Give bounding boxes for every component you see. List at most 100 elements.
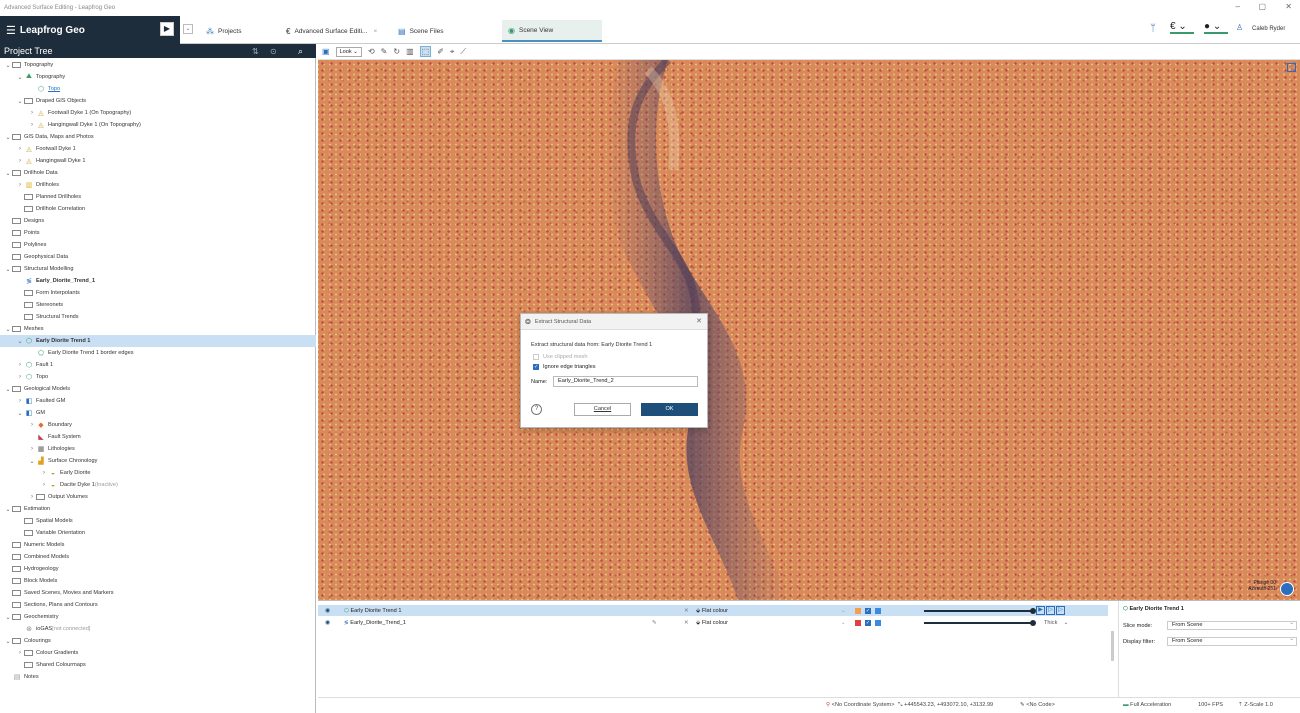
draw-icon[interactable]: ✎: [381, 47, 388, 56]
tree-item[interactable]: Variable Orientation: [0, 527, 316, 539]
look-dropdown[interactable]: Look ⌄: [335, 46, 362, 57]
tree-item[interactable]: › ◬ Footwall Dyke 1: [0, 143, 316, 155]
tree-item[interactable]: ⌄ ⛰ Topography: [0, 71, 316, 83]
show-back-icon[interactable]: ▷: [1046, 606, 1055, 615]
tree-item[interactable]: ◣ Fault System: [0, 431, 316, 443]
tree-item[interactable]: ⌄ Topography: [0, 59, 316, 71]
chevron-down-icon[interactable]: ⌄: [841, 608, 846, 614]
tree-item[interactable]: ⌄ GIS Data, Maps and Photos: [0, 131, 316, 143]
coordinate-system[interactable]: <No Coordinate System>: [832, 702, 895, 708]
tree-item[interactable]: ⌄ Geological Models: [0, 383, 316, 395]
tree-item[interactable]: › ◬ Footwall Dyke 1 (On Topography): [0, 107, 316, 119]
tab-scene-view[interactable]: ◉ Scene View: [502, 20, 602, 42]
tree-item[interactable]: › Colour Gradients: [0, 647, 316, 659]
tree-item[interactable]: › ▦ Lithologies: [0, 443, 316, 455]
collapse-chevron-icon[interactable]: ›: [28, 422, 36, 428]
help-icon[interactable]: ?: [531, 404, 542, 415]
tree-item[interactable]: › ⬡ Fault 1: [0, 359, 316, 371]
tree-item[interactable]: Designs: [0, 215, 316, 227]
colouring-value[interactable]: Flat colour: [702, 620, 728, 626]
line-style-dropdown[interactable]: Thick ⌄: [1044, 620, 1068, 626]
check-swatch-icon[interactable]: ✓: [865, 619, 871, 626]
ignore-edge-triangles-checkbox[interactable]: ✓ Ignore edge triangles: [533, 364, 596, 370]
scene-settings-icon[interactable]: ▣: [322, 47, 330, 56]
tree-item[interactable]: Points: [0, 227, 316, 239]
maximize-button[interactable]: ▢: [1258, 2, 1266, 11]
shape-row[interactable]: ◉ ⬡ Early Diorite Trend 1 ✕ ⬙ Flat colou…: [318, 605, 1108, 616]
lasso-icon[interactable]: ⟲: [368, 47, 375, 56]
expand-chevron-icon[interactable]: ⌄: [16, 338, 24, 345]
tree-item[interactable]: Block Models: [0, 575, 316, 587]
pencil-icon[interactable]: ✐: [437, 47, 444, 56]
tree-item[interactable]: ⌄ Draped GIS Objects: [0, 95, 316, 107]
name-input[interactable]: Early_Diorite_Trend_2: [553, 376, 698, 387]
collapse-chevron-icon[interactable]: ›: [28, 494, 36, 500]
zscale-value[interactable]: Z-Scale 1.0: [1244, 702, 1273, 708]
compass-icon[interactable]: [1280, 582, 1294, 596]
scene-viewport[interactable]: ▫ Plunge 00 Azimuth 251: [318, 60, 1300, 600]
pencil-icon[interactable]: ✎: [652, 620, 657, 626]
collapse-chevron-icon[interactable]: ›: [16, 398, 24, 404]
remove-icon[interactable]: ✕: [684, 608, 689, 614]
tree-item[interactable]: ⌄ Estimation: [0, 503, 316, 515]
minimize-button[interactable]: –: [1236, 2, 1240, 11]
tree-item[interactable]: ⌄ ◧ GM: [0, 407, 316, 419]
tree-item[interactable]: › ⬡ Topo: [0, 371, 316, 383]
branch-icon[interactable]: ᛘ: [1150, 23, 1156, 34]
show-faces-icon[interactable]: ▶: [1036, 606, 1045, 615]
tree-item[interactable]: Sections, Plans and Contours: [0, 599, 316, 611]
tree-item[interactable]: Stereonets: [0, 299, 316, 311]
filter-icon[interactable]: ⊙: [270, 47, 277, 56]
tree-item[interactable]: ⬡ Topo: [0, 83, 316, 95]
rotate-icon[interactable]: ↻: [393, 47, 400, 56]
cancel-button[interactable]: Cancel: [574, 403, 631, 416]
expand-chevron-icon[interactable]: ⌄: [4, 638, 12, 645]
expand-chevron-icon[interactable]: ⌄: [28, 458, 36, 465]
viewport-options-icon[interactable]: ▫: [1287, 63, 1296, 72]
user-name[interactable]: Caleb Ryder: [1252, 26, 1285, 32]
tree-item[interactable]: Combined Models: [0, 551, 316, 563]
tab-scene-files[interactable]: ▤ Scene Files: [392, 20, 450, 42]
transparency-slider[interactable]: [924, 607, 1036, 614]
tree-item[interactable]: Form Interpolants: [0, 287, 316, 299]
shape-row[interactable]: ◉ ≶ Early_Diorite_Trend_1 ✎ ✕ ⬙ Flat col…: [318, 617, 1108, 628]
tree-item[interactable]: ≶ Early_Diorite_Trend_1: [0, 275, 316, 287]
tree-item[interactable]: Structural Trends: [0, 311, 316, 323]
collapse-chevron-icon[interactable]: ›: [16, 362, 24, 368]
tree-item[interactable]: Hydrogeology: [0, 563, 316, 575]
expand-chevron-icon[interactable]: ⌄: [4, 326, 12, 333]
colour-swatch[interactable]: [855, 619, 861, 626]
tree-item[interactable]: ⊛ ioGAS [not connected]: [0, 623, 316, 635]
collapse-chevron-icon[interactable]: ›: [16, 374, 24, 380]
slice-mode-select[interactable]: From Scene: [1167, 620, 1297, 630]
expand-chevron-icon[interactable]: ⌄: [4, 386, 12, 393]
expand-chevron-icon[interactable]: ⌄: [4, 62, 12, 69]
collapse-chevron-icon[interactable]: ›: [16, 182, 24, 188]
collapse-chevron-icon[interactable]: ›: [40, 482, 48, 488]
collapse-chevron-icon[interactable]: ›: [16, 158, 24, 164]
tree-item[interactable]: ⌄ Geochemistry: [0, 611, 316, 623]
transparency-slider[interactable]: [924, 619, 1036, 626]
visibility-eye-icon[interactable]: ◉: [325, 607, 330, 614]
tree-item[interactable]: Planned Drillholes: [0, 191, 316, 203]
chevron-down-icon[interactable]: ⌄: [183, 24, 193, 34]
expand-chevron-icon[interactable]: ⌄: [4, 266, 12, 273]
acceleration-status[interactable]: Full Acceleration: [1130, 702, 1171, 708]
slicer-icon[interactable]: ▥: [406, 47, 414, 56]
collapse-chevron-icon[interactable]: ›: [28, 446, 36, 452]
sort-icon[interactable]: ⇅: [252, 47, 259, 56]
remove-icon[interactable]: ✕: [684, 620, 689, 626]
expand-chevron-icon[interactable]: ⌄: [4, 614, 12, 621]
tree-item[interactable]: Saved Scenes, Movies and Markers: [0, 587, 316, 599]
tree-item[interactable]: › ◒ Dacite Dyke 1 (Inactive): [0, 479, 316, 491]
use-clipped-mesh-checkbox[interactable]: Use clipped mesh: [533, 354, 587, 360]
tree-item[interactable]: Spatial Models: [0, 515, 316, 527]
tree-item[interactable]: › ◆ Boundary: [0, 419, 316, 431]
shape-list-scrollbar[interactable]: [1111, 631, 1114, 661]
slider-handle[interactable]: [1030, 619, 1036, 626]
collapse-chevron-icon[interactable]: ›: [28, 110, 36, 116]
collapse-chevron-icon[interactable]: ›: [16, 650, 24, 656]
select-icon[interactable]: ⬚: [419, 46, 432, 57]
check-swatch-icon[interactable]: ✓: [865, 607, 871, 614]
visibility-eye-icon[interactable]: ◉: [325, 619, 330, 626]
